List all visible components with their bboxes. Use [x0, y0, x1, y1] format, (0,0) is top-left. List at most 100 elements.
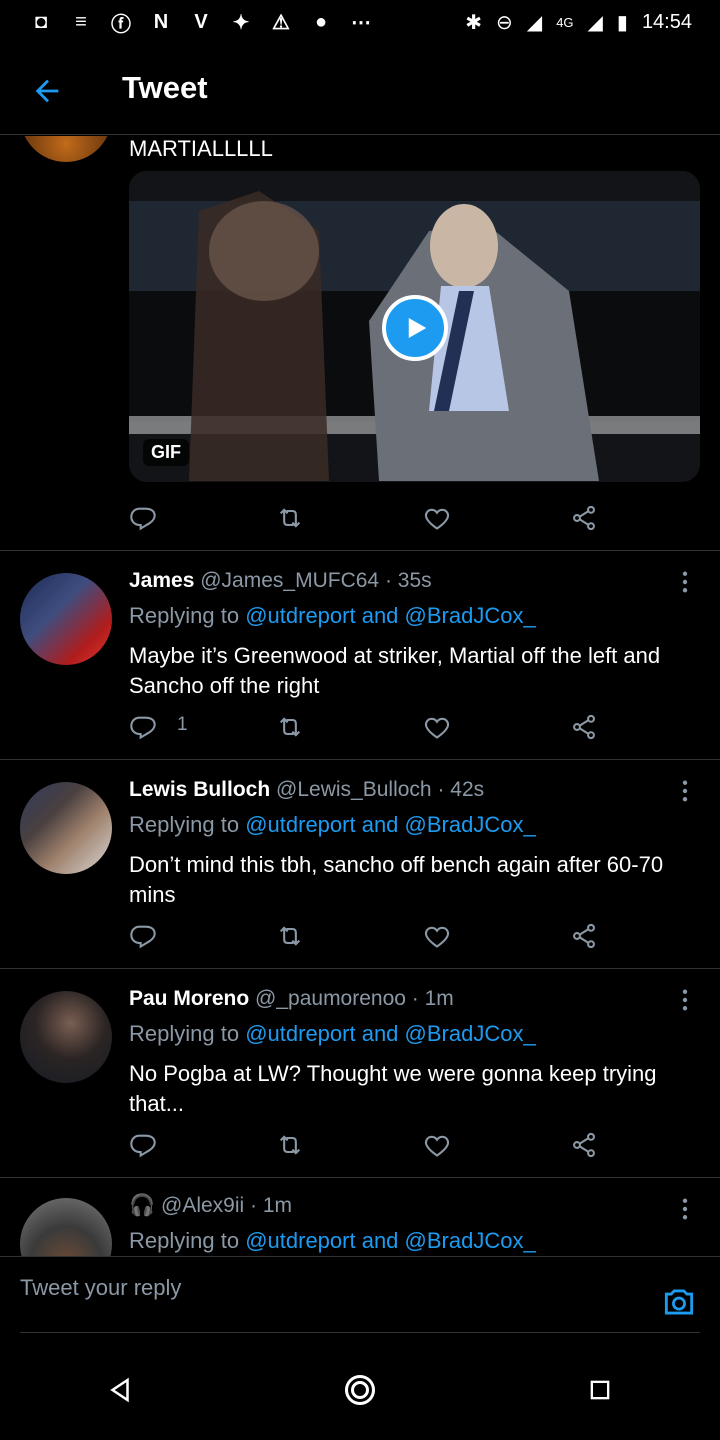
replying-to: Replying to @utdreport and @BradJCox_ [129, 812, 536, 837]
share-button[interactable] [570, 707, 610, 747]
replying-to-users[interactable]: @utdreport and @BradJCox_ [245, 1228, 535, 1253]
notification-news-icon: N [153, 10, 169, 33]
like-button[interactable] [423, 916, 463, 956]
reply-tweet[interactable]: Lewis Bulloch @Lewis_Bulloch · 42s Reply… [0, 760, 720, 969]
replying-to: Replying to @utdreport and @BradJCox_ [129, 1021, 536, 1046]
battery-icon: ▮ [616, 11, 628, 34]
back-arrow-icon[interactable] [30, 74, 64, 108]
play-icon [408, 318, 427, 338]
square-recents-icon [590, 1380, 610, 1400]
share-icon [573, 1132, 595, 1158]
display-name[interactable]: Pau Moreno [129, 987, 249, 1010]
avatar[interactable] [20, 136, 112, 162]
share-icon [573, 923, 595, 949]
page-title: Tweet [122, 70, 208, 105]
notification-app-icon: ◘ [34, 10, 48, 33]
reply-icon [130, 925, 156, 949]
home-circle-icon [345, 1375, 375, 1405]
username[interactable]: @Lewis_Bulloch [276, 778, 432, 801]
composer-underline [20, 1332, 700, 1333]
tweet-feed[interactable]: MARTIALLLLL GIF James @James_MUFC64 · 35… [0, 136, 720, 1256]
camera-icon[interactable] [660, 1283, 698, 1321]
tweet-actions [129, 1125, 609, 1165]
more-options-icon[interactable] [680, 780, 690, 802]
reply-tweet[interactable]: 🎧 @Alex9ii · 1m Replying to @utdreport a… [0, 1178, 720, 1256]
avatar[interactable] [20, 1198, 112, 1256]
retweet-icon [279, 508, 301, 528]
tweet-text: Maybe it’s Greenwood at striker, Martial… [129, 643, 661, 698]
system-nav-bar [0, 1340, 720, 1440]
reply-tweet[interactable]: James @James_MUFC64 · 35s Replying to @u… [0, 551, 720, 760]
like-button[interactable] [423, 498, 463, 538]
notification-doc-icon: ≡ [75, 10, 87, 33]
timestamp: · 42s [437, 778, 485, 801]
username[interactable]: @James_MUFC64 [200, 569, 379, 592]
avatar[interactable] [20, 782, 112, 874]
gif-badge: GIF [143, 439, 189, 466]
retweet-button[interactable] [276, 1125, 316, 1165]
more-options-icon[interactable] [680, 1198, 690, 1220]
replying-to: Replying to @utdreport and @BradJCox_ [129, 603, 536, 628]
display-name[interactable]: Lewis Bulloch [129, 778, 270, 801]
tweet-actions [129, 916, 609, 956]
retweet-button[interactable] [276, 707, 316, 747]
timestamp: · 1m [411, 987, 454, 1010]
tweet-header: 🎧 @Alex9ii · 1m [129, 1194, 700, 1218]
retweet-icon [279, 926, 301, 946]
more-options-icon[interactable] [680, 571, 690, 593]
share-button[interactable] [570, 498, 610, 538]
display-name[interactable]: James [129, 569, 194, 592]
heart-icon [424, 926, 450, 948]
reply-button[interactable] [129, 1125, 169, 1165]
share-button[interactable] [570, 916, 610, 956]
retweet-icon [279, 717, 301, 737]
replying-to-users[interactable]: @utdreport and @BradJCox_ [245, 812, 535, 837]
timestamp: · 35s [384, 569, 432, 592]
replying-to: Replying to @utdreport and @BradJCox_ [129, 1228, 536, 1253]
notification-twitter-icon: ✦ [232, 11, 250, 34]
main-tweet[interactable]: MARTIALLLLL GIF [0, 136, 720, 551]
clock: 14:54 [641, 10, 692, 33]
username[interactable]: @_paumorenoo [255, 987, 406, 1010]
tweet-header: Pau Moreno @_paumorenoo · 1m [129, 987, 700, 1011]
signal-icon-2: ◢ [587, 11, 603, 34]
share-icon [573, 505, 595, 531]
retweet-button[interactable] [276, 916, 316, 956]
reply-input[interactable]: Tweet your reply [20, 1275, 540, 1315]
status-notifications: ◘ ≡ ⓕ N V ✦ ⚠ ● ⋯ [28, 9, 374, 36]
reply-button[interactable] [129, 498, 169, 538]
gif-media[interactable]: GIF [129, 171, 700, 482]
reply-tweet[interactable]: Pau Moreno @_paumorenoo · 1m Replying to… [0, 969, 720, 1178]
avatar[interactable] [20, 991, 112, 1083]
like-button[interactable] [423, 707, 463, 747]
signal-icon: ◢ [526, 11, 543, 34]
more-options-icon[interactable] [680, 989, 690, 1011]
tweet-header: Lewis Bulloch @Lewis_Bulloch · 42s [129, 778, 700, 802]
retweet-button[interactable] [276, 498, 316, 538]
nav-back-button[interactable] [100, 1370, 140, 1410]
replying-to-users[interactable]: @utdreport and @BradJCox_ [245, 1021, 535, 1046]
play-button[interactable] [382, 295, 448, 361]
tweet-actions [129, 498, 609, 538]
reply-icon [130, 1134, 156, 1158]
triangle-back-icon [110, 1377, 129, 1403]
avatar[interactable] [20, 573, 112, 665]
heart-icon [424, 508, 450, 530]
nav-home-button[interactable] [340, 1370, 380, 1410]
like-button[interactable] [423, 1125, 463, 1165]
bluetooth-icon: ✱ [465, 11, 483, 34]
status-system: ✱ ⊖ ◢ 4G ◢ ▮ 14:54 [465, 10, 692, 35]
tweet-text: Don’t mind this tbh, sancho off bench ag… [129, 852, 664, 907]
tweet-text: No Pogba at LW? Thought we were gonna ke… [129, 1061, 657, 1116]
tweet-header: James @James_MUFC64 · 35s [129, 569, 700, 593]
reply-icon [130, 716, 156, 740]
replying-to-users[interactable]: @utdreport and @BradJCox_ [245, 603, 535, 628]
top-app-bar: Tweet [0, 44, 720, 135]
reply-button[interactable]: 1 [129, 707, 188, 747]
share-button[interactable] [570, 1125, 610, 1165]
username[interactable]: @Alex9ii [161, 1194, 244, 1217]
dnd-icon: ⊖ [496, 11, 513, 34]
nav-recents-button[interactable] [580, 1370, 620, 1410]
reply-button[interactable] [129, 916, 169, 956]
display-name[interactable]: 🎧 [129, 1194, 155, 1217]
